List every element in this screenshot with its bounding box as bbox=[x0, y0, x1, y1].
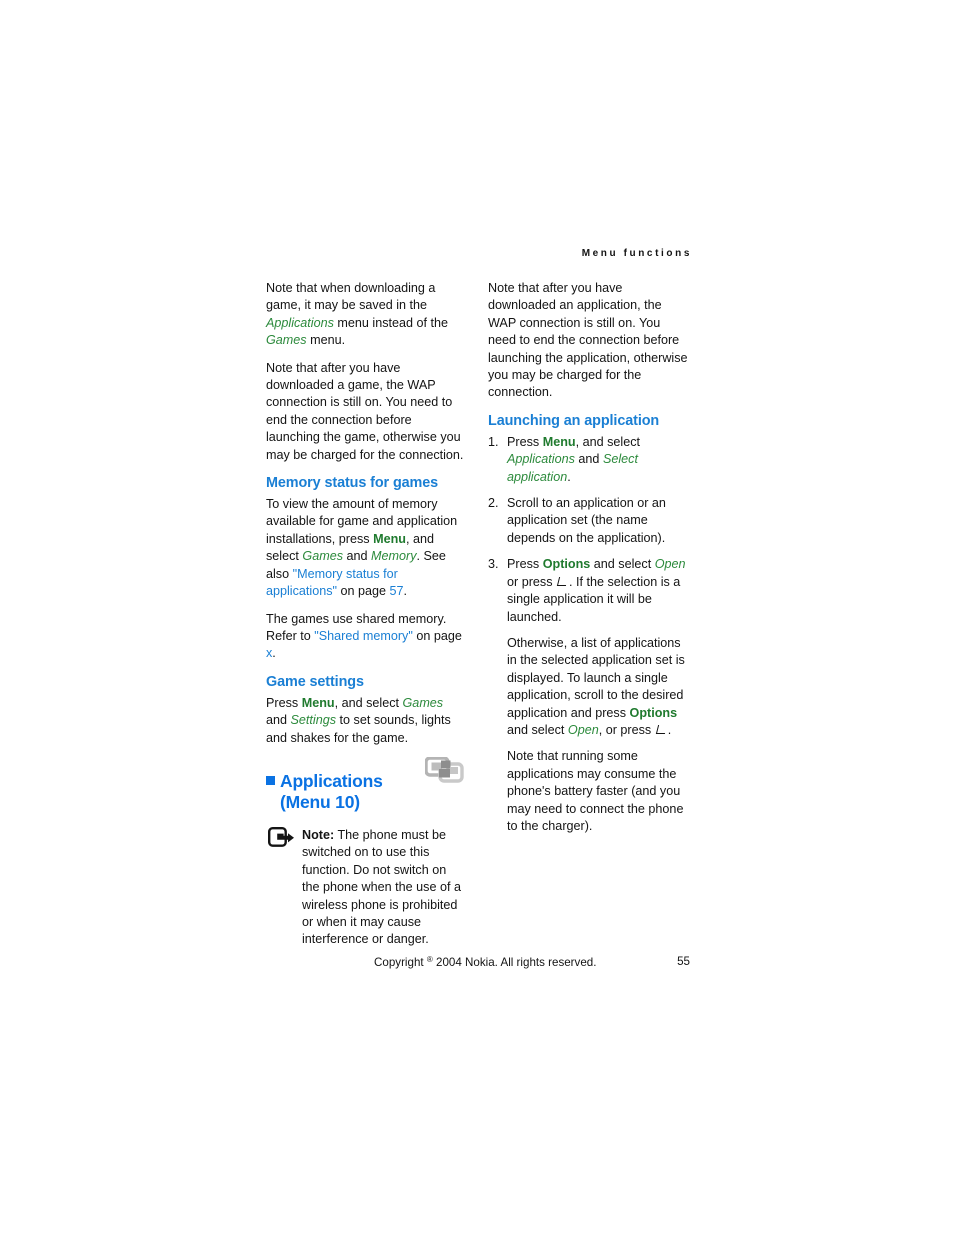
heading-game-settings: Game settings bbox=[266, 673, 364, 690]
paragraph-download-game: Note that when downloading a game, it ma… bbox=[266, 280, 466, 350]
text-fragment: , and select bbox=[334, 695, 403, 710]
steps-list: Press Menu, and select Applications and … bbox=[488, 434, 690, 836]
softkey-options: Options bbox=[629, 705, 678, 720]
page-number: 55 bbox=[677, 955, 690, 968]
softkey-menu: Menu bbox=[542, 434, 576, 449]
text-fragment: and bbox=[574, 452, 603, 467]
text-fragment: . bbox=[667, 722, 672, 737]
step-sub-paragraph-1: Otherwise, a list of applications in the… bbox=[507, 635, 690, 739]
registered-mark-icon: ® bbox=[426, 955, 433, 964]
text-fragment: Press bbox=[266, 695, 302, 710]
select-key-glyph-icon bbox=[557, 576, 568, 587]
note-label: Note: bbox=[302, 827, 335, 842]
heading-memory-status-for-games: Memory status for games bbox=[266, 475, 439, 492]
copyright-notice: Copyright ® 2004 Nokia. All rights reser… bbox=[374, 955, 596, 969]
step-text: Scroll to an application or an applicati… bbox=[507, 496, 666, 545]
text-fragment: , or press bbox=[598, 722, 655, 737]
text-fragment: and select bbox=[590, 557, 655, 572]
menu-item-open: Open bbox=[567, 722, 599, 737]
note-block: Note: The phone must be switched on to u… bbox=[266, 826, 466, 949]
paragraph-memory-status: To view the amount of memory available f… bbox=[266, 496, 466, 600]
cross-reference-shared-memory[interactable]: "Shared memory" bbox=[314, 629, 413, 643]
softkey-menu: Menu bbox=[301, 695, 335, 710]
menu-item-open: Open bbox=[654, 557, 686, 572]
text-fragment: and select bbox=[507, 722, 568, 737]
softkey-menu: Menu bbox=[373, 531, 406, 546]
chapter-heading-line2: (Menu 10) bbox=[280, 791, 360, 812]
heading-launching-an-application: Launching an application bbox=[488, 412, 660, 429]
text-fragment: on page bbox=[336, 584, 390, 599]
step-sub-paragraph-2: Note that running some applications may … bbox=[507, 749, 684, 833]
left-column: Note that when downloading a game, it ma… bbox=[266, 280, 466, 959]
menu-item-games: Games bbox=[302, 549, 343, 564]
text-fragment: or press bbox=[507, 574, 556, 589]
menu-item-games: Games bbox=[402, 695, 444, 710]
text-fragment: 2004 Nokia. All rights reserved. bbox=[436, 956, 597, 969]
text-fragment: and bbox=[266, 713, 291, 728]
text-fragment: and bbox=[343, 549, 372, 564]
text-fragment: menu. bbox=[306, 333, 346, 348]
text-fragment: . bbox=[272, 646, 276, 661]
menu-item-games: Games bbox=[266, 333, 307, 348]
list-item-step-3: Press Options and select Open or press .… bbox=[488, 556, 690, 835]
menu-item-applications: Applications bbox=[507, 452, 575, 467]
chapter-heading-line1: Applications bbox=[280, 770, 383, 791]
softkey-options: Options bbox=[542, 557, 591, 572]
menu-item-applications: Applications bbox=[266, 315, 334, 330]
text-fragment: . bbox=[403, 584, 408, 599]
step-text: Press Options and select Open or press .… bbox=[507, 556, 690, 626]
text-fragment: Press bbox=[507, 434, 543, 449]
paragraph-wap-application: Note that after you have downloaded an a… bbox=[488, 281, 688, 400]
paragraph-shared-memory: The games use shared memory. Refer to "S… bbox=[266, 611, 466, 663]
paragraph-game-settings: Press Menu, and select Games and Setting… bbox=[266, 695, 466, 747]
applications-icon bbox=[424, 756, 465, 783]
note-text: Note: The phone must be switched on to u… bbox=[302, 827, 466, 949]
running-header: Menu functions bbox=[581, 248, 692, 259]
right-column: Note that after you have downloaded an a… bbox=[488, 280, 690, 844]
step-text: Press Menu, and select Applications and … bbox=[507, 434, 690, 486]
text-fragment: Copyright bbox=[374, 956, 424, 969]
text-fragment: The phone must be switched on to use thi… bbox=[302, 827, 461, 947]
list-item-step-1: Press Menu, and select Applications and … bbox=[488, 434, 690, 486]
text-fragment: menu instead of the bbox=[333, 315, 449, 330]
text-fragment: on page bbox=[412, 628, 462, 643]
select-key-glyph-icon bbox=[656, 724, 667, 735]
menu-item-memory: Memory bbox=[371, 549, 417, 564]
text-fragment: Note that when downloading a game, it ma… bbox=[266, 281, 436, 313]
text-fragment: . bbox=[567, 469, 571, 484]
list-item-step-2: Scroll to an application or an applicati… bbox=[488, 495, 690, 547]
cross-reference-page-number[interactable]: 57 bbox=[390, 584, 404, 598]
menu-item-settings: Settings bbox=[290, 713, 337, 728]
text-fragment: , and select bbox=[575, 434, 641, 449]
paragraph-wap-game: Note that after you have downloaded a ga… bbox=[266, 360, 464, 462]
text-fragment: Press bbox=[507, 557, 543, 572]
square-bullet-icon bbox=[266, 775, 275, 785]
note-arrow-icon bbox=[268, 826, 298, 849]
manual-page: Menu functions Note that when downloadin… bbox=[0, 0, 954, 1235]
